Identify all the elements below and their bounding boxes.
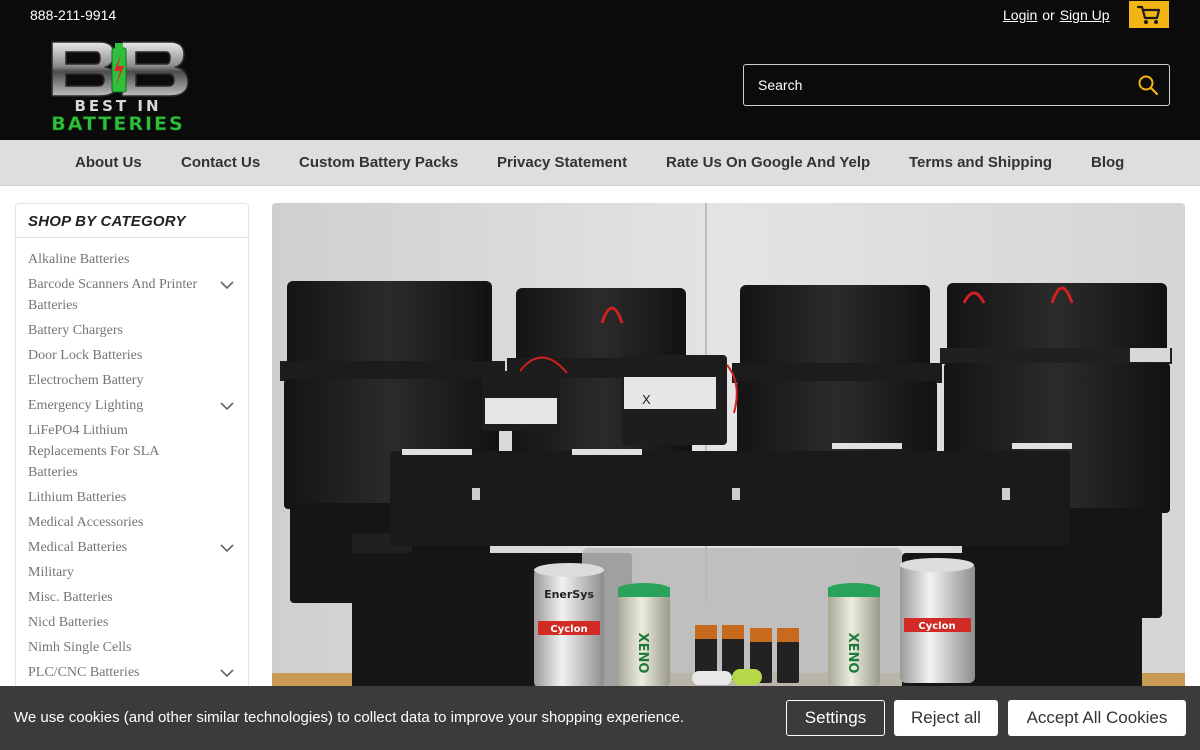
category-alkaline-batteries[interactable]: Alkaline Batteries	[28, 249, 208, 270]
search-input[interactable]	[744, 65, 1124, 105]
signup-link[interactable]: Sign Up	[1060, 7, 1110, 23]
cell-brand-xeno-1: XENO	[635, 633, 650, 674]
cookie-settings-button[interactable]: Settings	[786, 700, 885, 736]
or-text: or	[1042, 7, 1055, 23]
category-electrochem-battery[interactable]: Electrochem Battery	[28, 370, 208, 391]
nav-custom-battery-packs[interactable]: Custom Battery Packs	[299, 154, 458, 171]
category-nimh-single-cells[interactable]: Nimh Single Cells	[28, 637, 208, 658]
category-emergency-lighting[interactable]: Emergency Lighting	[28, 395, 208, 416]
cell-brand-cyclon-2: Cyclon	[918, 621, 955, 632]
category-medical-accessories[interactable]: Medical Accessories	[28, 512, 208, 533]
main-nav: About Us Contact Us Custom Battery Packs…	[0, 140, 1200, 186]
cookie-reject-button[interactable]: Reject all	[894, 700, 998, 736]
phone-number[interactable]: 888-211-9914	[30, 7, 116, 23]
login-link[interactable]: Login	[1003, 7, 1037, 23]
logo-line2: BATTERIES	[51, 113, 184, 134]
category-door-lock-batteries[interactable]: Door Lock Batteries	[28, 345, 208, 366]
search-box	[743, 64, 1170, 106]
category-military[interactable]: Military	[28, 562, 208, 583]
nav-blog[interactable]: Blog	[1091, 154, 1124, 171]
cookie-accept-button[interactable]: Accept All Cookies	[1008, 700, 1186, 736]
nav-contact-us[interactable]: Contact Us	[181, 154, 260, 171]
category-barcode-scanners[interactable]: Barcode Scanners And Printer Batteries	[28, 274, 208, 316]
category-plc-cnc-batteries[interactable]: PLC/CNC Batteries	[28, 662, 208, 683]
hero-banner-image[interactable]: X EnerSys Cyclon Cyclon XENO XENO	[272, 203, 1185, 750]
search-icon[interactable]	[1137, 74, 1159, 96]
chevron-down-icon[interactable]	[219, 668, 235, 678]
nav-about-us[interactable]: About Us	[75, 154, 142, 171]
sidebar-title: SHOP BY CATEGORY	[28, 213, 186, 230]
battery-packs-photo: X EnerSys Cyclon Cyclon XENO XENO	[272, 203, 1185, 750]
site-logo[interactable]: BEST IN BATTERIES	[28, 38, 208, 135]
nav-terms-and-shipping[interactable]: Terms and Shipping	[909, 154, 1052, 171]
category-sidebar: SHOP BY CATEGORY Alkaline Batteries Barc…	[15, 203, 249, 750]
sidebar-divider	[16, 237, 248, 238]
logo-mark: BEST IN BATTERIES	[51, 41, 189, 135]
chevron-down-icon[interactable]	[219, 543, 235, 553]
cookie-message: We use cookies (and other similar techno…	[14, 709, 685, 726]
cart-button[interactable]	[1129, 1, 1169, 28]
category-battery-chargers[interactable]: Battery Chargers	[28, 320, 208, 341]
nav-privacy-statement[interactable]: Privacy Statement	[497, 154, 627, 171]
nav-rate-us[interactable]: Rate Us On Google And Yelp	[666, 154, 870, 171]
category-misc-batteries[interactable]: Misc. Batteries	[28, 587, 208, 608]
cell-brand-xeno-2: XENO	[845, 633, 860, 674]
account-links: Login or Sign Up	[1003, 7, 1110, 23]
cart-icon	[1136, 5, 1161, 24]
cell-brand-enersys-1: EnerSys	[544, 588, 594, 601]
chevron-down-icon[interactable]	[219, 401, 235, 411]
category-lithium-batteries[interactable]: Lithium Batteries	[28, 487, 208, 508]
chevron-down-icon[interactable]	[219, 280, 235, 290]
category-lifepo4[interactable]: LiFePO4 Lithium Replacements For SLA Bat…	[28, 420, 178, 483]
cookie-consent-bar: We use cookies (and other similar techno…	[0, 686, 1200, 750]
category-nicd-batteries[interactable]: Nicd Batteries	[28, 612, 208, 633]
pack-label: X	[642, 392, 651, 407]
site-header: 888-211-9914 Login or Sign Up BEST IN BA…	[0, 0, 1200, 140]
category-medical-batteries[interactable]: Medical Batteries	[28, 537, 208, 558]
cell-brand-cyclon-1: Cyclon	[550, 624, 587, 635]
